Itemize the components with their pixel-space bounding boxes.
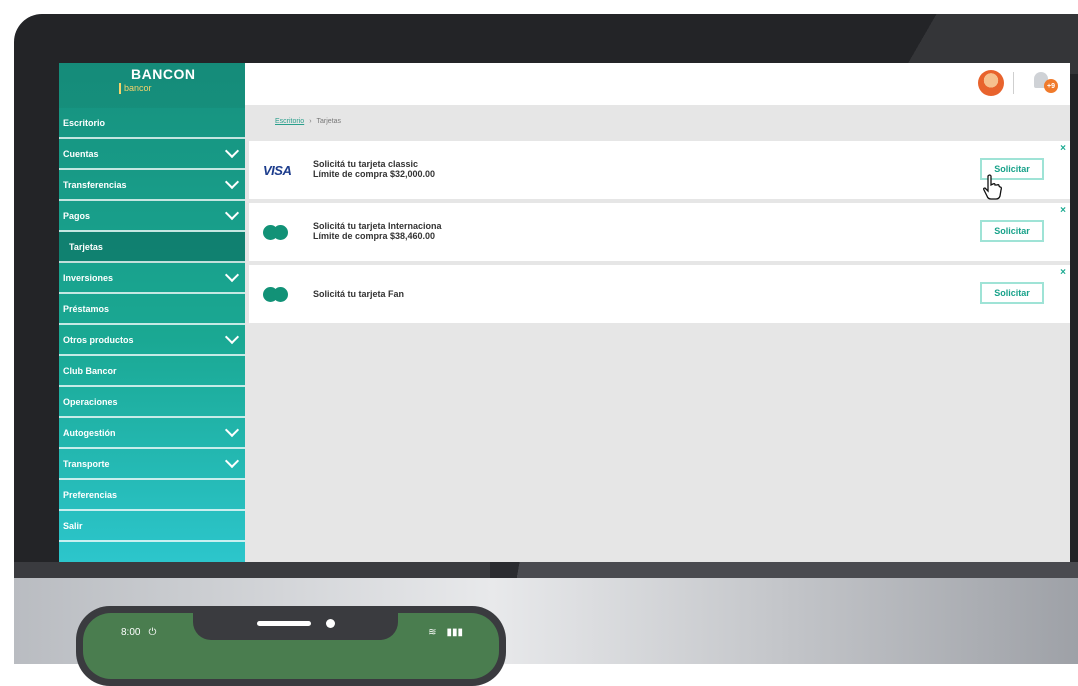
camera-icon xyxy=(326,619,335,628)
sidebar-menu: Escritorio Cuentas Transferencias Pagos … xyxy=(59,108,245,542)
mastercard-icon xyxy=(263,287,288,302)
phone-notch xyxy=(193,612,398,640)
mastercard-icon xyxy=(263,225,288,240)
sidebar-item-club-bancor[interactable]: Club Bancor xyxy=(59,356,245,387)
sidebar-item-operaciones[interactable]: Operaciones xyxy=(59,387,245,418)
card-offer-title: Solicitá tu tarjeta Fan xyxy=(313,289,405,299)
close-icon[interactable]: × xyxy=(1060,267,1066,278)
sidebar-item-cuentas[interactable]: Cuentas xyxy=(59,139,245,170)
close-icon[interactable]: × xyxy=(1060,143,1066,154)
sidebar-item-inversiones[interactable]: Inversiones xyxy=(59,263,245,294)
breadcrumb: Escritorio › Tarjetas xyxy=(275,118,341,125)
top-bar: +9 xyxy=(245,63,1070,105)
sidebar-item-label: Tarjetas xyxy=(69,241,103,252)
sidebar-item-label: Autogestión xyxy=(63,427,116,438)
card-offer-title: Solicitá tu tarjeta classic xyxy=(313,159,419,169)
solicitar-button[interactable]: Solicitar xyxy=(980,282,1044,304)
phone-frame: 8:00 ⏻ ≋ ▮▮▮ xyxy=(76,606,506,686)
card-offer-title: Solicitá tu tarjeta Internaciona xyxy=(313,221,442,231)
app-screen: BANCON bancor Escritorio Cuentas Transfe… xyxy=(59,63,1070,563)
card-offer-limit: Límite de compra $38,460.00 xyxy=(313,231,436,241)
brand-sub: bancor xyxy=(119,83,152,94)
card-offer-classic: VISA Solicitá tu tarjeta classic Límite … xyxy=(249,141,1070,199)
sidebar-item-tarjetas[interactable]: Tarjetas xyxy=(59,232,245,263)
chevron-down-icon xyxy=(224,453,240,469)
sidebar-item-label: Transporte xyxy=(63,458,110,469)
battery-icon: ▮▮▮ xyxy=(446,627,463,638)
chevron-down-icon xyxy=(224,174,240,190)
card-offer-internacional: Solicitá tu tarjeta Internaciona Límite … xyxy=(249,203,1070,261)
sidebar-item-otros-productos[interactable]: Otros productos xyxy=(59,325,245,356)
close-icon[interactable]: × xyxy=(1060,205,1066,216)
sidebar-item-label: Cuentas xyxy=(63,148,99,159)
brand-logo[interactable]: BANCON bancor xyxy=(59,63,245,108)
sidebar-item-label: Pagos xyxy=(63,210,91,221)
card-offer-text: Solicitá tu tarjeta Fan xyxy=(313,289,404,299)
sidebar-item-label: Transferencias xyxy=(63,179,127,190)
sidebar-item-label: Club Bancor xyxy=(63,365,117,376)
card-offers-list: VISA Solicitá tu tarjeta classic Límite … xyxy=(249,141,1070,327)
hand-pointer-icon xyxy=(983,174,1002,200)
speaker-icon xyxy=(257,621,311,626)
sidebar-item-transferencias[interactable]: Transferencias xyxy=(59,170,245,201)
breadcrumb-home-link[interactable]: Escritorio xyxy=(275,118,304,125)
sidebar-item-label: Préstamos xyxy=(63,303,110,314)
card-offer-text: Solicitá tu tarjeta classic Límite de co… xyxy=(313,159,435,179)
notification-badge: +9 xyxy=(1044,79,1058,93)
sidebar-item-label: Inversiones xyxy=(63,272,114,283)
sidebar-item-label: Escritorio xyxy=(63,117,106,128)
sidebar: BANCON bancor Escritorio Cuentas Transfe… xyxy=(59,63,245,563)
power-icon: ⏻ xyxy=(148,627,157,638)
chevron-down-icon xyxy=(224,267,240,283)
sidebar-item-label: Operaciones xyxy=(63,396,118,407)
sidebar-item-transporte[interactable]: Transporte xyxy=(59,449,245,480)
sidebar-item-pagos[interactable]: Pagos xyxy=(59,201,245,232)
sidebar-item-preferencias[interactable]: Preferencias xyxy=(59,480,245,511)
sidebar-item-escritorio[interactable]: Escritorio xyxy=(59,108,245,139)
avatar[interactable] xyxy=(978,70,1004,96)
sidebar-item-prestamos[interactable]: Préstamos xyxy=(59,294,245,325)
chevron-down-icon xyxy=(224,329,240,345)
sidebar-item-salir[interactable]: Salir xyxy=(59,511,245,542)
monitor-frame: BANCON bancor Escritorio Cuentas Transfe… xyxy=(14,14,1078,664)
phone-screen: 8:00 ⏻ ≋ ▮▮▮ xyxy=(83,612,499,679)
card-offer-text: Solicitá tu tarjeta Internaciona Límite … xyxy=(313,221,442,241)
topbar-divider xyxy=(1013,72,1014,94)
breadcrumb-current: Tarjetas xyxy=(316,118,342,125)
visa-logo: VISA xyxy=(263,163,292,178)
chevron-down-icon xyxy=(224,422,240,438)
wifi-icon: ≋ xyxy=(428,627,437,638)
card-offer-fan: Solicitá tu tarjeta Fan Solicitar × xyxy=(249,265,1070,323)
phone-time: 8:00 xyxy=(121,627,141,638)
chevron-down-icon xyxy=(224,143,240,159)
sidebar-item-label: Otros productos xyxy=(63,334,134,345)
phone-status-time: 8:00 ⏻ xyxy=(121,627,156,638)
sidebar-item-autogestion[interactable]: Autogestión xyxy=(59,418,245,449)
breadcrumb-separator: › xyxy=(309,118,312,125)
chevron-down-icon xyxy=(224,205,240,221)
phone-status-icons: ≋ ▮▮▮ xyxy=(428,627,463,638)
sidebar-item-label: Salir xyxy=(63,520,83,531)
brand-name: BANCON xyxy=(131,66,196,82)
sidebar-item-label: Preferencias xyxy=(63,489,118,500)
card-offer-limit: Límite de compra $32,000.00 xyxy=(313,169,436,179)
solicitar-button[interactable]: Solicitar xyxy=(980,220,1044,242)
